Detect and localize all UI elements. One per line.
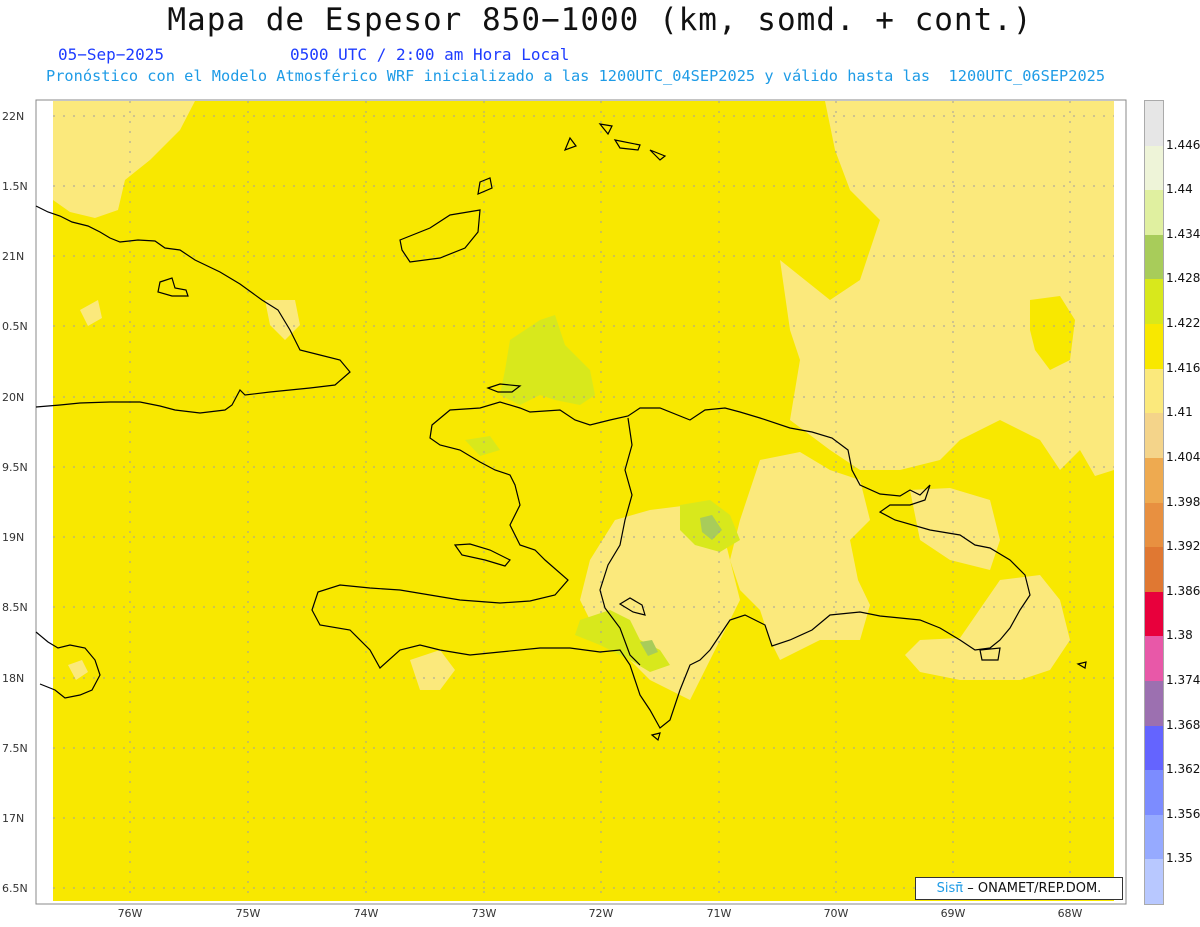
lat-label: 20N — [2, 391, 24, 404]
lat-label: 1.5N — [2, 180, 28, 193]
colorbar-label: 1.386 — [1166, 583, 1200, 598]
lat-label: 18N — [2, 672, 24, 685]
colorbar-segment — [1145, 547, 1163, 593]
colorbar-segment — [1145, 413, 1163, 459]
lat-label: 17N — [2, 812, 24, 825]
lon-label: 76W — [118, 907, 143, 920]
colorbar-label: 1.374 — [1166, 672, 1200, 687]
lat-label: 0.5N — [2, 320, 28, 333]
colorbar — [1144, 100, 1164, 905]
colorbar-segment — [1145, 145, 1163, 191]
colorbar-segment — [1145, 636, 1163, 682]
colorbar-label: 1.434 — [1166, 226, 1200, 241]
lon-label: 75W — [236, 907, 261, 920]
lon-label: 69W — [941, 907, 966, 920]
lon-label: 73W — [472, 907, 497, 920]
colorbar-segment — [1145, 502, 1163, 548]
colorbar-label: 1.362 — [1166, 762, 1200, 777]
colorbar-segment — [1145, 279, 1163, 325]
lon-label: 71W — [707, 907, 732, 920]
colorbar-label: 1.44 — [1166, 182, 1193, 197]
thickness-map: 22N 1.5N 21N 0.5N 20N 9.5N 19N 8.5N 18N … — [2, 99, 1127, 920]
lon-label: 72W — [589, 907, 614, 920]
credit-text: – ONAMET/REP.DOM. — [967, 881, 1102, 896]
lat-label: 19N — [2, 531, 24, 544]
colorbar-segment — [1145, 101, 1163, 147]
colorbar-segment — [1145, 457, 1163, 503]
colorbar-label: 1.422 — [1166, 316, 1200, 331]
lat-label: 7.5N — [2, 742, 28, 755]
colorbar-label: 1.416 — [1166, 360, 1200, 375]
colorbar-segment — [1145, 725, 1163, 771]
lat-label: 22N — [2, 110, 24, 123]
colorbar-label: 1.428 — [1166, 271, 1200, 286]
colorbar-label: 1.356 — [1166, 806, 1200, 821]
lat-label: 8.5N — [2, 601, 28, 614]
lat-label: 21N — [2, 250, 24, 263]
lon-label: 70W — [824, 907, 849, 920]
colorbar-segment — [1145, 368, 1163, 414]
lat-label: 9.5N — [2, 461, 28, 474]
colorbar-label: 1.41 — [1166, 405, 1193, 420]
longitude-labels: 76W 75W 74W 73W 72W 71W 70W 69W 68W — [118, 907, 1083, 920]
colorbar-label: 1.368 — [1166, 717, 1200, 732]
lon-label: 68W — [1058, 907, 1083, 920]
colorbar-label: 1.404 — [1166, 449, 1200, 464]
colorbar-segment — [1145, 190, 1163, 236]
colorbar-segment — [1145, 680, 1163, 727]
colorbar-label: 1.446 — [1166, 137, 1200, 152]
colorbar-segment — [1145, 770, 1163, 816]
lon-label: 74W — [354, 907, 379, 920]
colorbar-segment — [1145, 591, 1163, 637]
colorbar-segment — [1145, 814, 1163, 860]
colorbar-segment — [1145, 324, 1163, 370]
latitude-labels: 22N 1.5N 21N 0.5N 20N 9.5N 19N 8.5N 18N … — [2, 110, 28, 895]
colorbar-label: 1.35 — [1166, 851, 1193, 866]
colorbar-segment — [1145, 234, 1163, 280]
lat-label: 6.5N — [2, 882, 28, 895]
colorbar-label: 1.392 — [1166, 539, 1200, 554]
colorbar-segment — [1145, 859, 1163, 905]
credit-box: Sisπ̄ – ONAMET/REP.DOM. — [915, 877, 1123, 900]
sispi-logo: Sisπ̄ — [936, 881, 964, 896]
colorbar-label: 1.38 — [1166, 628, 1193, 643]
colorbar-label: 1.398 — [1166, 494, 1200, 509]
